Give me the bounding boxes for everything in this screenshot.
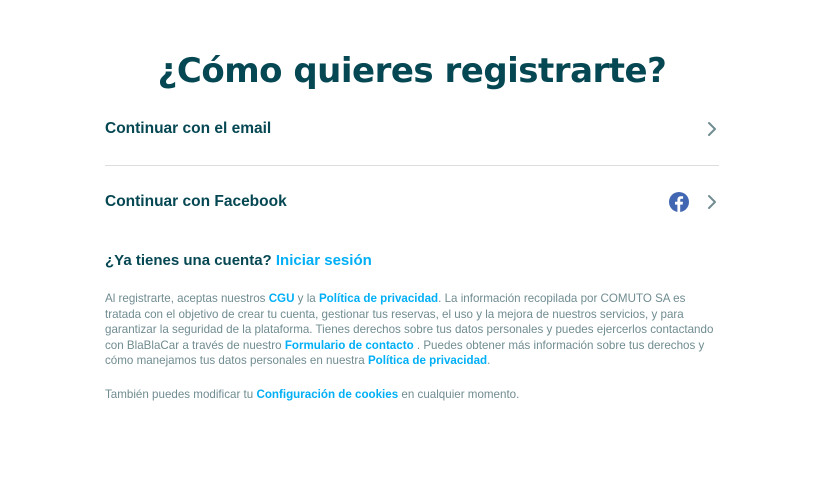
cookie-settings-link[interactable]: Configuración de cookies: [256, 388, 398, 401]
cookie-text-2: en cualquier momento.: [398, 388, 520, 401]
login-link[interactable]: Iniciar sesión: [276, 252, 372, 269]
facebook-icon: [669, 192, 689, 212]
legal-text-2: y la: [294, 292, 319, 305]
cookie-notice: También puedes modificar tu Configuració…: [105, 387, 519, 403]
contact-form-link[interactable]: Formulario de contacto: [285, 339, 414, 352]
chevron-right-icon: [705, 194, 719, 210]
continue-with-email-label: Continuar con el email: [105, 120, 272, 137]
chevron-right-icon: [705, 121, 719, 137]
cookie-text-1: También puedes modificar tu: [105, 388, 257, 401]
page-title: ¿Cómo quieres registrarte?: [157, 50, 667, 91]
privacy-policy-link[interactable]: Política de privacidad: [319, 292, 438, 305]
existing-account-prompt: ¿Ya tienes una cuenta? Iniciar sesión: [105, 252, 372, 269]
privacy-policy-link-2[interactable]: Política de privacidad: [368, 354, 487, 367]
cgu-link[interactable]: CGU: [269, 292, 295, 305]
continue-with-facebook-label: Continuar con Facebook: [105, 193, 287, 210]
legal-notice: Al registrarte, aceptas nuestros CGU y l…: [105, 291, 721, 369]
legal-text-5: .: [487, 354, 491, 368]
existing-account-question: ¿Ya tienes una cuenta?: [105, 252, 272, 269]
continue-with-facebook-button[interactable]: Continuar con Facebook: [105, 166, 719, 238]
continue-with-email-button[interactable]: Continuar con el email: [105, 93, 719, 165]
legal-text-1: Al registrarte, aceptas nuestros: [105, 292, 269, 305]
